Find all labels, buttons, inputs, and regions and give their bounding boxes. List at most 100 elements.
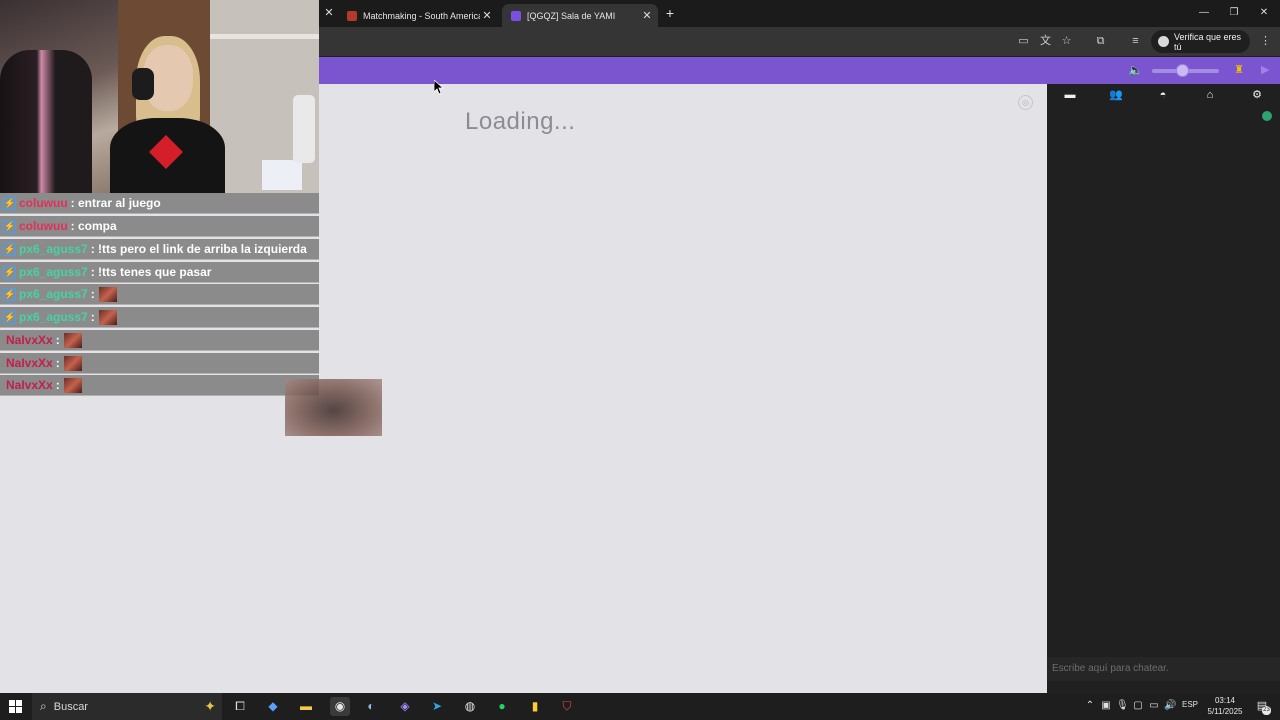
chat-message: ⚡ px6_aguss7: (0, 284, 319, 305)
game-icon[interactable]: ◓ (1155, 87, 1171, 103)
home-icon[interactable]: ⌂ (1202, 87, 1218, 103)
steam-icon[interactable]: ◐ (361, 697, 381, 716)
play-icon[interactable]: ▶ (1261, 63, 1273, 77)
site-favicon-icon (511, 10, 521, 21)
chat-text: : (55, 356, 60, 370)
discord-icon[interactable]: ◈ (395, 697, 415, 716)
chat-username: px6_aguss7 (19, 310, 88, 324)
telegram-icon[interactable]: ➤ (427, 697, 447, 716)
emote-icon (285, 379, 382, 436)
close-tab-icon[interactable]: ✕ (640, 9, 654, 23)
search-icon: ⌕ (40, 699, 47, 713)
chat-badge-icon: ⚡ (3, 242, 16, 256)
cast-icon[interactable]: ▭ (1016, 34, 1031, 49)
chat-message: ⚡ px6_aguss7: !tts pero el link de arriba… (0, 239, 319, 260)
emote-icon (63, 332, 82, 348)
obs-icon[interactable]: ◍ (460, 697, 480, 716)
chat-message: NaIvxXx: (0, 330, 319, 351)
restore-icon[interactable]: ❐ (1227, 6, 1241, 20)
players-icon[interactable]: 👥 (1108, 87, 1124, 103)
tab-title: Matchmaking - South America (363, 10, 480, 21)
kebab-menu-icon[interactable]: ⋮ (1258, 34, 1273, 49)
tab-sala[interactable]: [QGQZ] Sala de YAMI ✕ (502, 4, 658, 27)
clock-date: 5/11/2025 (1207, 707, 1243, 716)
close-tab-icon[interactable]: ✕ (322, 6, 336, 20)
emote-icon (98, 286, 117, 302)
chat-username: px6_aguss7 (19, 242, 88, 256)
new-tab-button[interactable]: + (662, 5, 678, 21)
profile-avatar-icon (1158, 36, 1169, 47)
windows-taskbar: ⌕ Buscar ✦ ⧠ ◆ ▬ ◉ ◐ ◈ ➤ ◍ ● ▮ ⛉ ⌃ ▣ 🎙 ▢… (0, 693, 1280, 720)
close-window-icon[interactable]: ✕ (1257, 6, 1271, 20)
shield-icon[interactable]: ⛉ (557, 697, 577, 716)
settings-icon[interactable]: ⚙ (1249, 87, 1265, 103)
file-explorer-icon[interactable]: ▬ (296, 697, 316, 716)
chat-text: : (55, 378, 60, 392)
chat-badge-icon: ⚡ (3, 287, 16, 301)
task-view-icon[interactable]: ⧠ (230, 697, 250, 716)
search-label: Buscar (53, 700, 88, 713)
notification-count-badge: 23 (1262, 706, 1271, 715)
chat-message: ⚡ coluwuu: compa (0, 216, 319, 237)
clock-time: 03:14 (1214, 696, 1236, 705)
chat-message: NaIvxXx: (0, 375, 319, 396)
chat-text: : (90, 310, 95, 324)
chat-message: ⚡ px6_aguss7: (0, 307, 319, 328)
chat-badge-icon: ⚡ (3, 219, 16, 233)
verify-profile-button[interactable]: Verifica que eres tú (1151, 30, 1250, 53)
notepad-icon[interactable]: ▮ (525, 697, 545, 716)
chat-text: : entrar al juego (70, 196, 161, 210)
chat-username: NaIvxXx (6, 333, 53, 347)
chat-icon[interactable]: ▬ (1062, 87, 1078, 103)
spotify-icon[interactable]: ● (492, 697, 512, 716)
site-favicon-icon (347, 10, 357, 21)
copilot-icon[interactable]: ◆ (263, 697, 283, 716)
fullscreen-icon[interactable]: ◎ (1018, 95, 1033, 110)
close-tab-icon[interactable]: ✕ (480, 9, 494, 23)
mouse-cursor-icon (433, 79, 445, 100)
start-button[interactable] (9, 700, 22, 713)
taskbar-search[interactable]: ⌕ Buscar ✦ (32, 693, 222, 720)
chevron-up-icon[interactable]: ⌃ (1084, 700, 1096, 712)
volume-icon[interactable]: 🔈 (1128, 63, 1144, 77)
chat-text: : (90, 287, 95, 301)
minimize-icon[interactable]: — (1197, 6, 1211, 20)
chat-badge-icon: ⚡ (3, 310, 16, 324)
chat-username: px6_aguss7 (19, 265, 88, 279)
star-icon[interactable]: ☆ (1059, 34, 1074, 49)
chat-message: NaIvxXx: (0, 353, 319, 374)
volume-slider-handle[interactable] (1176, 64, 1190, 77)
chrome-icon[interactable]: ◉ (330, 697, 350, 716)
webcam-keyboard (262, 160, 302, 190)
chat-text: : compa (70, 219, 117, 233)
game-chat-input[interactable]: Escribe aquí para chatear. (1047, 657, 1280, 681)
emote-icon (98, 309, 117, 325)
speaker-icon[interactable]: 🔊 (1164, 700, 1176, 712)
webcam-overlay (0, 0, 319, 193)
chat-username: px6_aguss7 (19, 287, 88, 301)
tab-matchmaking[interactable]: Matchmaking - South America ✕ (338, 4, 498, 27)
chat-message: ⚡ coluwuu: entrar al juego (0, 193, 319, 214)
translate-icon[interactable]: 文 (1038, 34, 1053, 49)
tab-title: [QGQZ] Sala de YAMI (527, 10, 616, 21)
display-icon[interactable]: ▢ (1132, 700, 1144, 712)
device-icon[interactable]: ▣ (1100, 700, 1112, 712)
language-indicator[interactable]: ESP (1182, 700, 1198, 709)
headset-icon (132, 68, 154, 100)
side-tab-bar: ▬ 👥 ◓ ⌂ ⚙ (1047, 84, 1280, 106)
castle-icon[interactable]: ♜ (1232, 63, 1246, 77)
microphone-icon[interactable]: 🎙 (1116, 700, 1129, 712)
screen: ✕ Matchmaking - South America ✕ [QGQZ] S… (0, 0, 1280, 720)
chat-badge-icon: ⚡ (3, 265, 16, 279)
status-badge (1262, 111, 1272, 121)
media-control-icon[interactable]: ≡ (1128, 34, 1143, 49)
emote-icon (63, 377, 82, 393)
network-icon[interactable]: ▭ (1148, 700, 1160, 712)
extensions-icon[interactable]: ⧉ (1093, 34, 1108, 49)
clock[interactable]: 03:14 5/11/2025 (1202, 695, 1248, 717)
chat-text: : !tts pero el link de arriba la izquier… (90, 242, 307, 256)
copilot-sparkle-icon: ✦ (204, 698, 216, 714)
chat-username: coluwuu (19, 219, 68, 233)
chat-username: NaIvxXx (6, 378, 53, 392)
loading-text: Loading... (465, 108, 576, 135)
